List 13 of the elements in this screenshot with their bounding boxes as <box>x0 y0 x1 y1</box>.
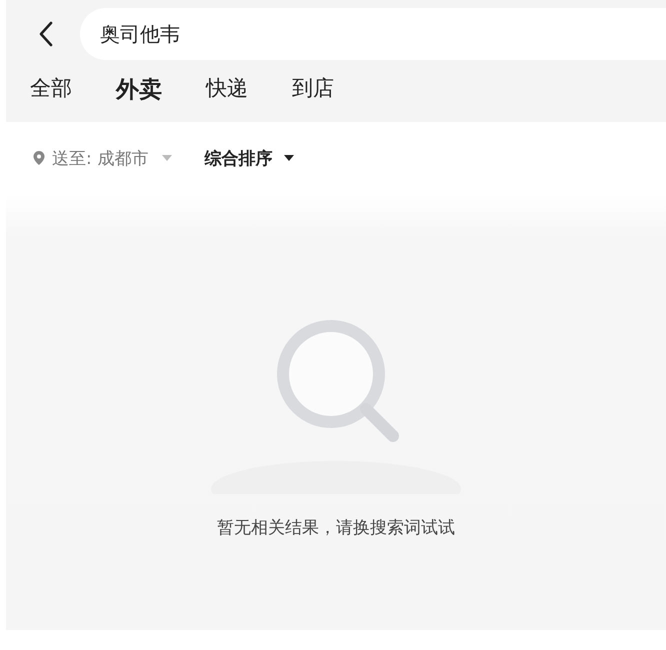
tab[interactable]: 到店 <box>292 74 334 102</box>
caret-icon <box>282 154 295 162</box>
search-field[interactable]: 奥司他韦 <box>80 8 666 60</box>
tab[interactable]: 全部 <box>30 74 72 102</box>
back-icon <box>38 21 54 47</box>
sort-dropdown[interactable]: 综合排序 <box>204 146 295 170</box>
delivery-label: 送至: <box>52 148 92 170</box>
caret-icon <box>160 154 173 162</box>
location-pin-icon <box>32 150 46 166</box>
tab[interactable]: 快递 <box>206 74 248 102</box>
empty-message: 暂无相关结果，请换搜索词试试 <box>217 517 455 539</box>
tab[interactable]: 外卖 <box>116 74 162 105</box>
city-selector[interactable]: 成都市 <box>98 146 149 170</box>
